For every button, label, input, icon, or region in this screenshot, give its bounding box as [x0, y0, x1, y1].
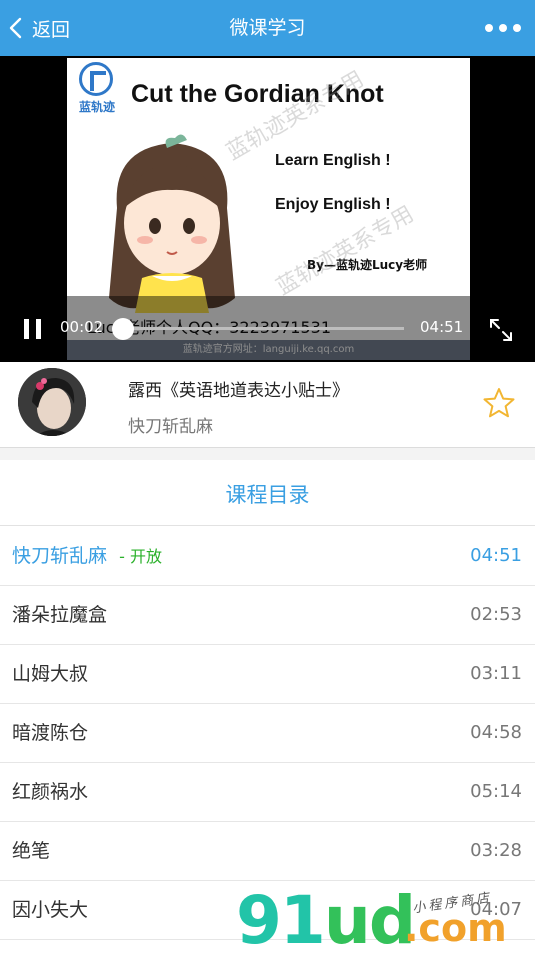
slide-logo-text: 蓝轨迹: [78, 100, 115, 114]
back-button[interactable]: 返回: [8, 0, 70, 56]
logo-icon: [79, 62, 113, 96]
lesson-row[interactable]: 暗渡陈仓 04:58: [0, 704, 535, 763]
avatar-image: [18, 368, 86, 436]
app: 返回 微课学习 蓝轨迹 Cut the Gordian Knot Learn E…: [0, 0, 535, 960]
seek-bar[interactable]: [111, 318, 404, 340]
slide-line-2: Enjoy English !: [275, 196, 391, 213]
course-title: 露西《英语地道表达小贴士》: [128, 381, 349, 401]
lesson-name: 山姆大叔: [12, 663, 89, 685]
more-button[interactable]: [485, 0, 521, 56]
lesson-name: 暗渡陈仓: [12, 722, 89, 744]
section-divider: [0, 448, 535, 460]
slide-line-1: Learn English !: [275, 152, 391, 169]
lesson-title: 快刀斩乱麻 - 开放: [12, 527, 162, 586]
lesson-duration: 02:53: [470, 604, 522, 625]
lesson-row[interactable]: 快刀斩乱麻 - 开放 04:51: [0, 527, 535, 586]
lesson-name: 因小失大: [12, 899, 89, 921]
status-badge: - 开放: [119, 547, 162, 566]
video-player[interactable]: 蓝轨迹 Cut the Gordian Knot Learn English !…: [0, 56, 535, 362]
catalog-title: 课程目录: [0, 460, 535, 526]
lesson-name: 快刀斩乱麻: [12, 545, 108, 567]
back-label: 返回: [32, 18, 71, 41]
lesson-row[interactable]: 绝笔 03:28: [0, 822, 535, 881]
slide-title: Cut the Gordian Knot: [131, 80, 384, 108]
badge-dash: -: [119, 547, 125, 566]
nav-bar: 返回 微课学习: [0, 0, 535, 56]
lesson-duration: 03:11: [470, 663, 522, 684]
more-dot-icon: [499, 24, 507, 32]
current-time: 00:02: [60, 318, 104, 336]
more-dot-icon: [513, 24, 521, 32]
lesson-duration: 04:07: [470, 899, 522, 920]
lesson-duration: 03:28: [470, 840, 522, 861]
badge-label: 开放: [129, 547, 162, 566]
lesson-row[interactable]: 潘朵拉魔盒 02:53: [0, 586, 535, 645]
slide-logo: 蓝轨迹: [73, 62, 121, 118]
page-title: 微课学习: [229, 17, 306, 39]
pause-button[interactable]: [20, 316, 48, 344]
cartoon-girl-illustration: [109, 134, 235, 313]
lesson-row[interactable]: 山姆大叔 03:11: [0, 645, 535, 704]
lesson-duration: 05:14: [470, 781, 522, 802]
lesson-duration: 04:51: [470, 545, 522, 566]
video-controls: 00:02 04:51: [0, 296, 535, 362]
duration: 04:51: [420, 318, 464, 336]
lesson-list: 快刀斩乱麻 - 开放 04:51 潘朵拉魔盒 02:53 山姆大叔 03:11 …: [0, 527, 535, 940]
lesson-row[interactable]: 红颜祸水 05:14: [0, 763, 535, 822]
lesson-name: 潘朵拉魔盒: [12, 604, 108, 626]
pause-bar-icon: [36, 319, 41, 339]
star-icon[interactable]: [482, 386, 516, 420]
pause-bar-icon: [24, 319, 29, 339]
course-subtitle: 快刀斩乱麻: [128, 417, 213, 437]
more-dot-icon: [485, 24, 493, 32]
chevron-left-icon: [9, 17, 22, 39]
course-info: 露西《英语地道表达小贴士》 快刀斩乱麻: [0, 362, 535, 448]
lesson-duration: 04:58: [470, 722, 522, 743]
lesson-name: 绝笔: [12, 840, 51, 862]
lesson-row[interactable]: 因小失大 04:07: [0, 881, 535, 940]
slide-byline: By—蓝轨迹Lucy老师: [307, 258, 428, 272]
seek-thumb[interactable]: [111, 318, 134, 340]
fullscreen-icon[interactable]: [487, 316, 515, 344]
lesson-name: 红颜祸水: [12, 781, 89, 803]
avatar: [18, 368, 86, 436]
